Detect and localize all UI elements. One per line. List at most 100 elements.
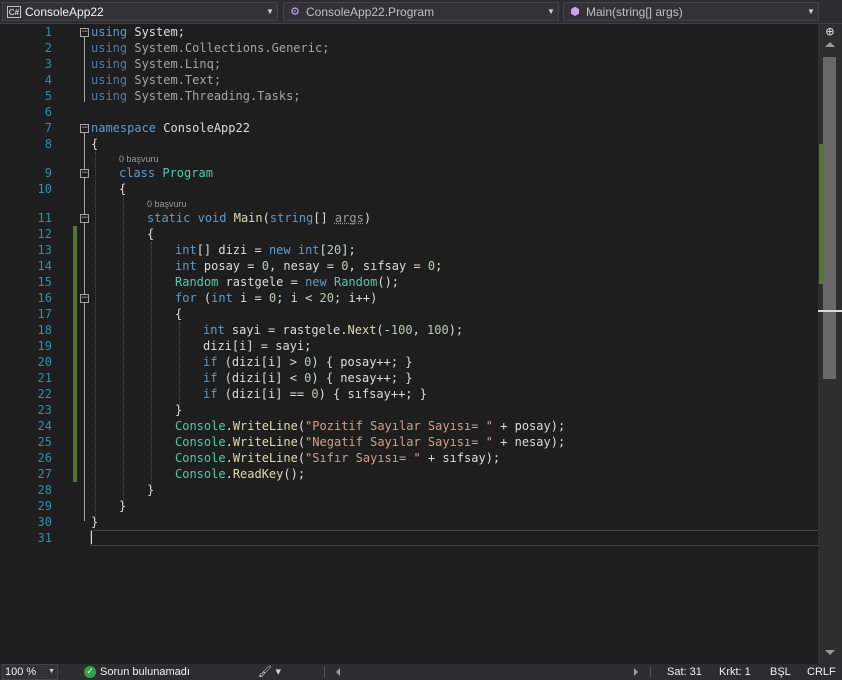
code-cleanup-icon[interactable]: 🖌 ▾ — [258, 664, 281, 680]
keyword: int — [297, 243, 320, 257]
code-line: } — [119, 499, 127, 513]
code-text: System; — [127, 25, 185, 39]
code-text: (dizi[i] == — [217, 387, 312, 401]
line-number: 8 — [44, 137, 52, 151]
code-text: System.Threading.Tasks; — [127, 89, 301, 103]
line-number: 10 — [37, 182, 52, 196]
code-text: . — [225, 419, 233, 433]
column-indicator[interactable]: Krkt: 1 — [719, 664, 751, 680]
method-name: WriteLine — [232, 419, 298, 433]
code-text: . — [225, 451, 233, 465]
code-line: int[] dizi = new int[20]; — [175, 242, 356, 258]
split-window-icon[interactable]: ⊕ — [822, 24, 838, 40]
keyword: for — [175, 291, 197, 305]
line-number: 31 — [37, 531, 52, 545]
keyword: using — [91, 41, 128, 55]
code-text: ( — [196, 291, 212, 305]
code-text: ( — [297, 435, 306, 449]
collapse-icon[interactable]: − — [80, 28, 89, 37]
code-text: ; — [435, 259, 443, 273]
number: 20 — [326, 243, 342, 257]
line-number: 27 — [37, 467, 52, 481]
line-ending-indicator[interactable]: CRLF — [807, 664, 836, 680]
code-text: ConsoleApp22 — [156, 121, 250, 135]
line-indicator[interactable]: Sat: 31 — [667, 664, 702, 680]
insert-mode-indicator[interactable]: BŞL — [770, 664, 791, 680]
member-dropdown[interactable]: ⬢ Main(string[] args) ▼ — [563, 2, 819, 21]
scroll-left-arrow-icon[interactable] — [336, 668, 340, 676]
code-line: using System; — [91, 24, 185, 40]
type-dropdown[interactable]: ⚙ ConsoleApp22.Program ▼ — [283, 2, 559, 21]
caret-position-marker — [818, 310, 842, 312]
code-text: (); — [377, 275, 400, 289]
collapse-icon[interactable]: − — [80, 214, 89, 223]
keyword: static — [147, 211, 191, 225]
code-line: } — [147, 483, 155, 497]
collapse-icon[interactable]: − — [80, 169, 89, 178]
indent-guide — [123, 197, 124, 504]
indent-guide — [151, 242, 152, 488]
outline-line — [84, 37, 85, 102]
code-text: , nesay = — [268, 259, 342, 273]
code-text: System.Collections.Generic; — [127, 41, 330, 55]
line-number: 20 — [37, 355, 52, 369]
outline-line — [84, 133, 85, 169]
line-number: 24 — [37, 419, 52, 433]
scroll-up-arrow-icon[interactable] — [825, 42, 835, 47]
method-icon: ⬢ — [570, 5, 580, 18]
code-text: ) { nesay++; } — [311, 371, 413, 385]
number: 100 — [427, 323, 449, 337]
type-name: ConsoleApp22.Program — [306, 4, 435, 19]
keyword: using — [91, 73, 128, 87]
code-line: dizi[i] = sayi; — [203, 339, 312, 353]
type-name: Console — [175, 467, 226, 481]
type-name: Random — [175, 275, 219, 289]
code-text: ; i < — [276, 291, 320, 305]
line-number: 29 — [37, 499, 52, 513]
vertical-scrollbar[interactable]: ⊕ — [818, 24, 842, 664]
type-name: Console — [175, 435, 226, 449]
keyword: if — [203, 387, 218, 401]
code-text: ); — [448, 323, 464, 337]
type-name: Program — [162, 166, 213, 180]
method-name: WriteLine — [232, 435, 298, 449]
scroll-down-arrow-icon[interactable] — [825, 650, 835, 655]
keyword: new — [305, 275, 327, 289]
line-number: 15 — [37, 275, 52, 289]
line-number: 16 — [37, 291, 52, 305]
code-text: [ — [319, 243, 327, 257]
chevron-down-icon: ▼ — [266, 7, 274, 16]
code-text: . — [225, 467, 233, 481]
line-number: 17 — [37, 307, 52, 321]
line-number: 13 — [37, 243, 52, 257]
code-text: (dizi[i] > — [217, 355, 305, 369]
navigation-bar: C# ConsoleApp22 ▼ ⚙ ConsoleApp22.Program… — [0, 0, 842, 24]
method-name: Next — [347, 323, 377, 337]
line-number: 23 — [37, 403, 52, 417]
zoom-dropdown[interactable]: 100 % ▼ — [2, 664, 58, 680]
keyword: using — [91, 25, 128, 39]
project-dropdown[interactable]: C# ConsoleApp22 ▼ — [2, 2, 278, 21]
keyword: int — [211, 291, 233, 305]
code-line: if (dizi[i] < 0) { nesay++; } — [203, 370, 413, 386]
code-line: namespace ConsoleApp22 — [91, 120, 250, 136]
code-line: { — [91, 137, 99, 151]
code-text: [] dizi = — [196, 243, 269, 257]
issues-indicator[interactable]: Sorun bulunamadı — [100, 664, 190, 680]
csharp-project-icon: C# — [7, 5, 21, 18]
code-text: ( — [297, 419, 306, 433]
type-name: Random — [333, 275, 378, 289]
scroll-right-arrow-icon[interactable] — [634, 668, 638, 676]
code-text: ; i++) — [334, 291, 378, 305]
keyword: int — [175, 259, 197, 273]
keyword: namespace — [91, 121, 157, 135]
number: 100 — [390, 323, 413, 337]
code-text: . — [225, 435, 233, 449]
collapse-icon[interactable]: − — [80, 294, 89, 303]
code-text: , — [412, 323, 428, 337]
indent-guide — [95, 152, 96, 520]
scrollbar-thumb[interactable] — [823, 57, 836, 379]
collapse-icon[interactable]: − — [80, 124, 89, 133]
code-line: using System.Linq; — [91, 56, 221, 72]
line-number-gutter: 1 2 3 4 5 6 7 8 9 10 11 12 13 14 15 16 1… — [0, 24, 62, 664]
